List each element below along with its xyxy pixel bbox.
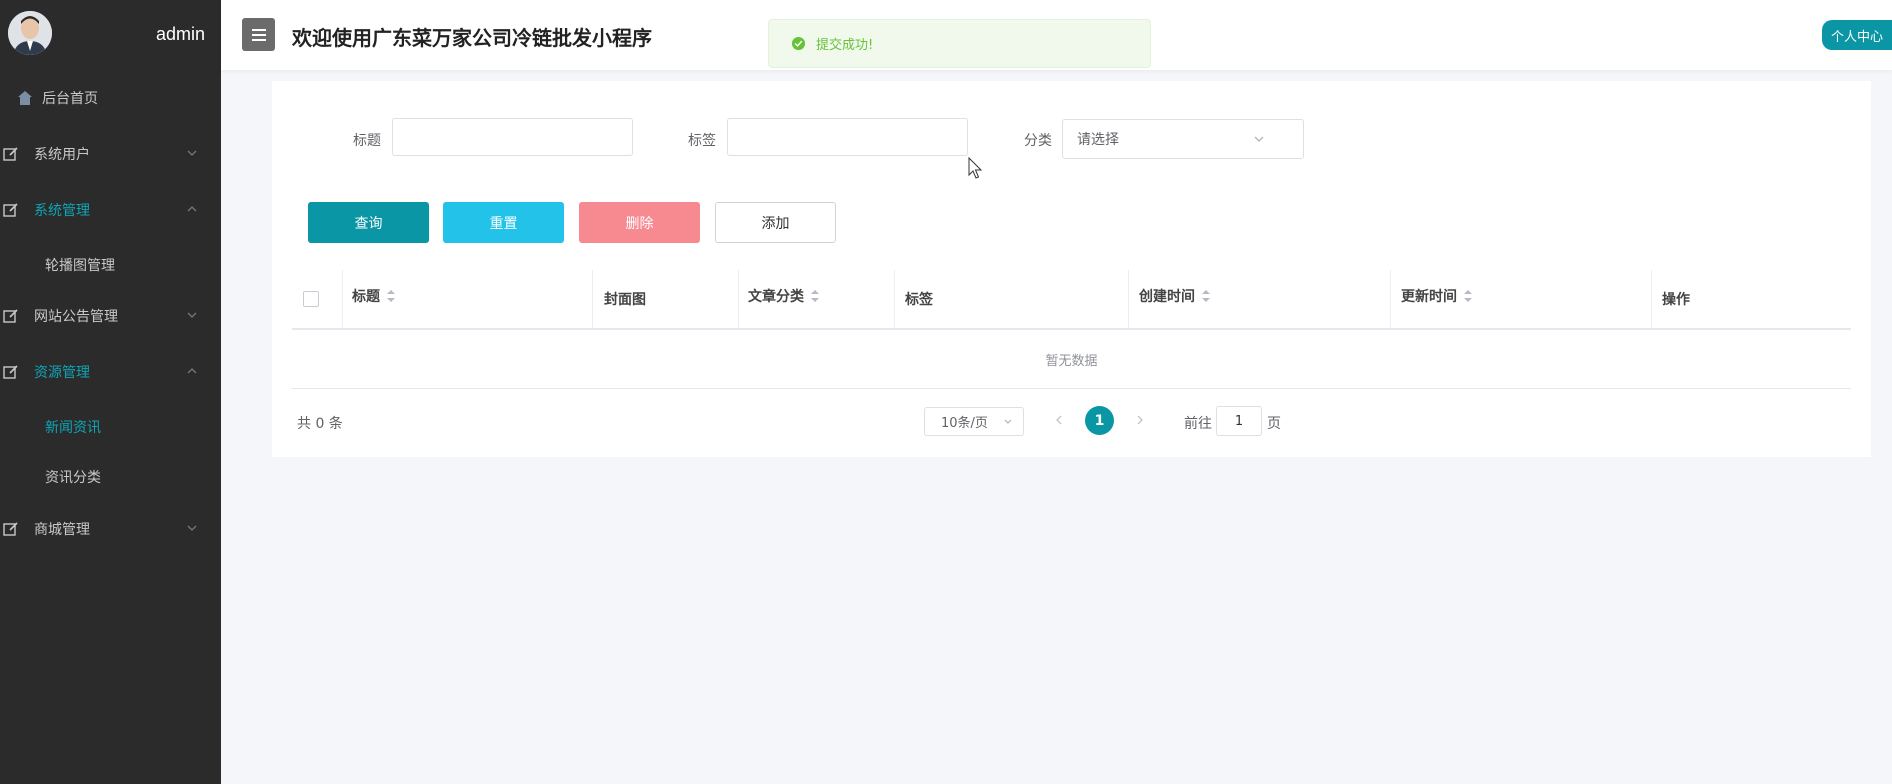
edit-icon bbox=[2, 307, 20, 325]
check-circle-icon bbox=[791, 36, 806, 51]
chevron-down-icon bbox=[187, 312, 197, 318]
total-count: 共 0 条 bbox=[297, 416, 343, 432]
column-header-updated[interactable]: 更新时间 bbox=[1401, 286, 1473, 306]
success-toast: 提交成功! bbox=[768, 19, 1151, 68]
hamburger-icon bbox=[251, 28, 266, 41]
sidebar-item-label: 商城管理 bbox=[34, 522, 90, 538]
page-number-current[interactable]: 1 bbox=[1085, 406, 1114, 435]
edit-icon bbox=[2, 363, 20, 381]
goto-page-input[interactable]: 1 bbox=[1216, 406, 1262, 436]
page-size-select[interactable]: 10条/页 bbox=[924, 407, 1024, 436]
edit-icon bbox=[2, 145, 20, 163]
add-button[interactable]: 添加 bbox=[715, 202, 836, 243]
reset-button[interactable]: 重置 bbox=[443, 202, 564, 243]
chevron-down-icon bbox=[187, 150, 197, 156]
select-all-checkbox[interactable] bbox=[303, 291, 319, 307]
edit-icon bbox=[2, 520, 20, 538]
sidebar-item-system-management[interactable]: 系统管理 bbox=[0, 190, 221, 230]
edit-icon bbox=[2, 201, 20, 219]
avatar[interactable] bbox=[8, 11, 52, 55]
sidebar-item-resources[interactable]: 资源管理 bbox=[0, 352, 221, 392]
table-header: 标题 封面图 文章分类 标签 创建时间 更新时间 操作 bbox=[292, 270, 1851, 330]
column-header-actions: 操作 bbox=[1662, 292, 1690, 308]
sidebar-item-announcements[interactable]: 网站公告管理 bbox=[0, 296, 221, 336]
column-header-tag: 标签 bbox=[905, 292, 933, 308]
sidebar-item-system-users[interactable]: 系统用户 bbox=[0, 134, 221, 174]
delete-button[interactable]: 删除 bbox=[579, 202, 700, 243]
chevron-up-icon bbox=[187, 206, 197, 212]
title-label: 标题 bbox=[353, 133, 381, 149]
tag-input[interactable] bbox=[727, 118, 968, 156]
table-empty-row: 暂无数据 bbox=[292, 330, 1851, 389]
menu-toggle-button[interactable] bbox=[242, 18, 275, 51]
query-button[interactable]: 查询 bbox=[308, 202, 429, 243]
sidebar-subitem-news-category[interactable]: 资讯分类 bbox=[45, 467, 101, 487]
category-label: 分类 bbox=[1024, 133, 1052, 149]
sidebar: admin 后台首页 系统用户 系统管理 轮播图管理 网站公告管理 资源管理 新… bbox=[0, 0, 221, 784]
chevron-up-icon bbox=[187, 368, 197, 374]
sidebar-item-mall[interactable]: 商城管理 bbox=[0, 509, 221, 549]
sidebar-item-dashboard[interactable]: 后台首页 bbox=[0, 78, 221, 118]
title-input[interactable] bbox=[392, 118, 633, 156]
goto-label: 前往 bbox=[1184, 416, 1212, 432]
sidebar-item-label: 系统管理 bbox=[34, 203, 90, 219]
next-page-icon[interactable] bbox=[1134, 413, 1146, 427]
column-header-cover: 封面图 bbox=[604, 292, 646, 308]
tag-label: 标签 bbox=[688, 133, 716, 149]
prev-page-icon[interactable] bbox=[1053, 413, 1065, 427]
admin-name: admin bbox=[155, 24, 205, 44]
page-size-value: 10条/页 bbox=[941, 416, 988, 431]
page-title: 欢迎使用广东菜万家公司冷链批发小程序 bbox=[292, 26, 652, 50]
sidebar-item-label: 系统用户 bbox=[34, 147, 90, 163]
column-header-title[interactable]: 标题 bbox=[352, 286, 396, 306]
toast-message: 提交成功! bbox=[816, 38, 874, 53]
sort-icon[interactable] bbox=[1463, 289, 1473, 303]
mouse-cursor-icon bbox=[968, 157, 983, 179]
column-header-created[interactable]: 创建时间 bbox=[1139, 286, 1211, 306]
sort-icon[interactable] bbox=[810, 289, 820, 303]
chevron-down-icon bbox=[187, 525, 197, 531]
category-select-value: 请选择 bbox=[1077, 132, 1119, 148]
sort-icon[interactable] bbox=[1201, 289, 1211, 303]
sidebar-item-label: 后台首页 bbox=[42, 91, 98, 107]
sort-icon[interactable] bbox=[386, 289, 396, 303]
page-suffix: 页 bbox=[1267, 416, 1281, 432]
column-header-category[interactable]: 文章分类 bbox=[748, 286, 820, 306]
sidebar-subitem-carousel[interactable]: 轮播图管理 bbox=[45, 255, 115, 275]
sidebar-item-label: 网站公告管理 bbox=[34, 309, 118, 325]
category-select[interactable]: 请选择 bbox=[1062, 119, 1304, 159]
chevron-down-icon bbox=[1004, 419, 1012, 424]
chevron-down-icon bbox=[1254, 136, 1264, 142]
sidebar-subitem-news[interactable]: 新闻资讯 bbox=[45, 417, 101, 437]
sidebar-item-label: 资源管理 bbox=[34, 365, 90, 381]
home-icon bbox=[16, 89, 34, 107]
personal-center-button[interactable]: 个人中心 bbox=[1822, 20, 1892, 50]
